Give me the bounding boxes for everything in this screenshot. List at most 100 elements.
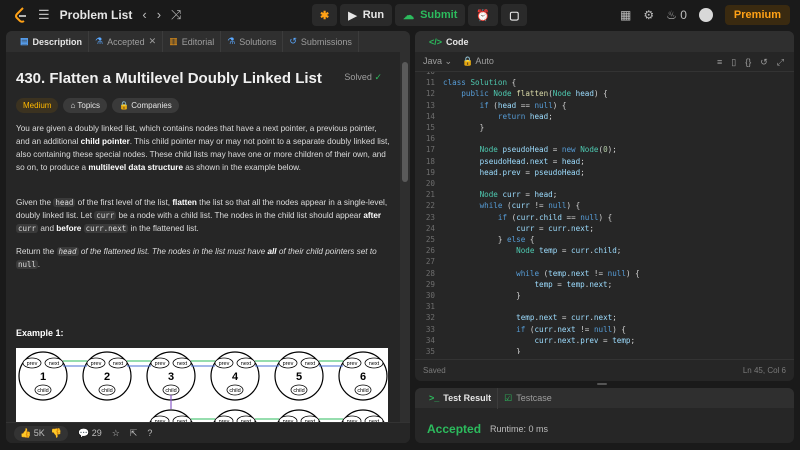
help-icon[interactable]: ? xyxy=(147,428,152,438)
play-icon: ▶ xyxy=(348,9,357,22)
code-editor[interactable]: 1011class Solution {12 public Node flatt… xyxy=(415,72,794,354)
like-button[interactable]: 👍 5K xyxy=(20,428,45,439)
alarm-icon: ⏰ xyxy=(476,9,491,22)
code-line[interactable]: 16 xyxy=(415,134,443,145)
code-line[interactable]: 23 if (curr.child == null) { xyxy=(415,213,612,224)
reset-icon[interactable]: ↺ xyxy=(760,57,768,68)
line-number: 27 xyxy=(425,257,435,267)
inline-code: head xyxy=(56,247,79,256)
tab-submissions[interactable]: ↺ Submissions xyxy=(283,31,359,52)
layout-grid-icon[interactable]: ▦ xyxy=(620,8,631,22)
premium-button[interactable]: Premium xyxy=(724,5,790,25)
timer-button[interactable]: ⏰ xyxy=(468,4,499,26)
thumbs-down-icon: 👎 xyxy=(50,427,62,438)
description-scrollbar[interactable] xyxy=(400,52,410,422)
leetcode-logo-icon[interactable] xyxy=(14,7,28,23)
tab-solutions[interactable]: ⚗ Solutions xyxy=(221,31,284,52)
topbar-left: ☰ Problem List ‹ › ⤨ xyxy=(14,0,181,30)
streak-counter[interactable]: ♨ 0 xyxy=(666,8,687,22)
problem-tags: Medium ⌂ Topics 🔒 Companies xyxy=(16,98,179,113)
format-icon[interactable]: ≡ xyxy=(717,57,722,67)
problem-title[interactable]: 430. Flatten a Multilevel Doubly Linked … xyxy=(16,70,322,87)
bookmark-icon[interactable]: ▯ xyxy=(731,57,736,68)
code-line[interactable]: 19 head.prev = pseudoHead; xyxy=(415,168,585,179)
shuffle-icon[interactable]: ⤨ xyxy=(171,0,181,30)
code-line[interactable]: 22 while (curr != null) { xyxy=(415,201,580,212)
expand-icon[interactable]: ⤢ xyxy=(777,57,784,68)
tab-code[interactable]: </> Code xyxy=(423,31,475,52)
user-avatar[interactable] xyxy=(698,8,713,22)
code-line[interactable]: 30 } xyxy=(415,291,521,302)
child-label: child xyxy=(229,388,240,394)
problem-list-link[interactable]: Problem List xyxy=(60,8,133,22)
tab-test-result[interactable]: >_ Test Result xyxy=(423,388,499,409)
code-line[interactable]: 18 pseudoHead.next = head; xyxy=(415,157,585,168)
code-line[interactable]: 26 Node temp = curr.child; xyxy=(415,246,622,257)
scrollbar-thumb[interactable] xyxy=(402,62,408,182)
code-line[interactable]: 33 if (curr.next != null) { xyxy=(415,325,626,336)
submit-label: Submit xyxy=(420,9,458,21)
language-select[interactable]: Java ⌄ xyxy=(423,56,452,67)
close-tab-icon[interactable]: ✕ xyxy=(149,36,157,47)
problem-list-icon[interactable]: ☰ xyxy=(38,0,50,30)
code-line[interactable]: 27 xyxy=(415,257,443,268)
panel-resize-handle[interactable] xyxy=(597,383,607,385)
code-line[interactable]: 24 curr = curr.next; xyxy=(415,224,594,235)
code-icon: </> xyxy=(429,36,443,47)
code-line[interactable]: 14 return head; xyxy=(415,112,553,123)
code-line[interactable]: 20 xyxy=(415,179,443,190)
tab-testcase[interactable]: ☑ Testcase xyxy=(498,388,558,409)
code-line[interactable]: 21 Node curr = head; xyxy=(415,190,558,201)
line-code: temp.next = curr.next; xyxy=(516,313,617,323)
editor-actions: ≡ ▯ {} ↺ ⤢ xyxy=(717,52,784,72)
comments-button[interactable]: 💬 29 xyxy=(78,428,102,439)
cursor-position: Ln 45, Col 6 xyxy=(742,366,786,375)
line-code: while (curr != null) { xyxy=(479,201,581,211)
line-code: public Node flatten(Node head) { xyxy=(461,89,608,99)
node-value: 1 xyxy=(40,371,46,383)
code-line[interactable]: 12 public Node flatten(Node head) { xyxy=(415,89,608,100)
result-tabs: >_ Test Result ☑ Testcase xyxy=(415,388,794,409)
star-icon[interactable]: ☆ xyxy=(112,428,120,439)
run-button[interactable]: ▶ Run xyxy=(340,4,393,26)
braces-icon[interactable]: {} xyxy=(745,57,751,67)
topbar-right: ▦ ⚙ ♨ 0 Premium xyxy=(620,0,790,30)
line-code: } else { xyxy=(443,235,535,244)
code-line[interactable]: 25 } else { xyxy=(415,235,535,246)
prev-problem-icon[interactable]: ‹ xyxy=(142,0,146,30)
description-panel: ▤ Description ⚗ Accepted ✕ ▥ Editorial ⚗ Solu… xyxy=(6,31,410,443)
tab-editorial[interactable]: ▥ Editorial xyxy=(163,31,222,52)
tab-description[interactable]: ▤ Description xyxy=(14,31,90,52)
code-line[interactable]: 32 temp.next = curr.next; xyxy=(415,313,617,324)
code-line[interactable]: 34 curr.next.prev = temp; xyxy=(415,336,635,347)
problem-description: 430. Flatten a Multilevel Doubly Linked … xyxy=(6,52,400,422)
prev-label: prev xyxy=(283,361,294,367)
notes-button[interactable]: ▢ xyxy=(501,4,528,26)
code-line[interactable]: 11 class Solution { xyxy=(415,78,516,89)
next-label: next xyxy=(369,361,380,367)
code-line[interactable]: 29 temp = temp.next; xyxy=(415,280,612,291)
code-line[interactable]: 15 } xyxy=(415,123,484,134)
code-line[interactable]: 31 xyxy=(415,302,443,313)
line-number: 23 xyxy=(425,212,435,222)
code-line[interactable]: 17 Node pseudoHead = new Node(0); xyxy=(415,145,617,156)
auto-mode-toggle[interactable]: 🔒 Auto xyxy=(462,56,494,67)
line-code: Node pseudoHead = new Node(0); xyxy=(479,145,617,155)
mode-label: Auto xyxy=(475,56,494,66)
dislike-button[interactable]: 👎 xyxy=(51,428,62,439)
child-label: child xyxy=(165,388,176,394)
code-panel: </>Code Java ⌄ 🔒 Auto ≡ ▯ {} ↺ ⤢ 1011cla… xyxy=(415,31,794,381)
prev-label: prev xyxy=(27,361,38,367)
share-icon[interactable]: ⇱ xyxy=(130,428,138,439)
topics-button[interactable]: ⌂ Topics xyxy=(63,98,108,113)
code-line[interactable]: 13 if (head == null) { xyxy=(415,101,567,112)
settings-gear-icon[interactable]: ⚙ xyxy=(643,8,654,22)
line-code: Node curr = head; xyxy=(479,190,558,200)
submit-button[interactable]: ☁ Submit xyxy=(395,4,466,26)
code-line[interactable]: 35 } xyxy=(415,347,521,354)
debug-button[interactable]: ✱ xyxy=(312,4,338,26)
companies-button[interactable]: 🔒 Companies xyxy=(112,98,179,113)
code-line[interactable]: 28 while (temp.next != null) { xyxy=(415,269,640,280)
tab-accepted[interactable]: ⚗ Accepted ✕ xyxy=(89,31,164,52)
next-problem-icon[interactable]: › xyxy=(157,0,161,30)
